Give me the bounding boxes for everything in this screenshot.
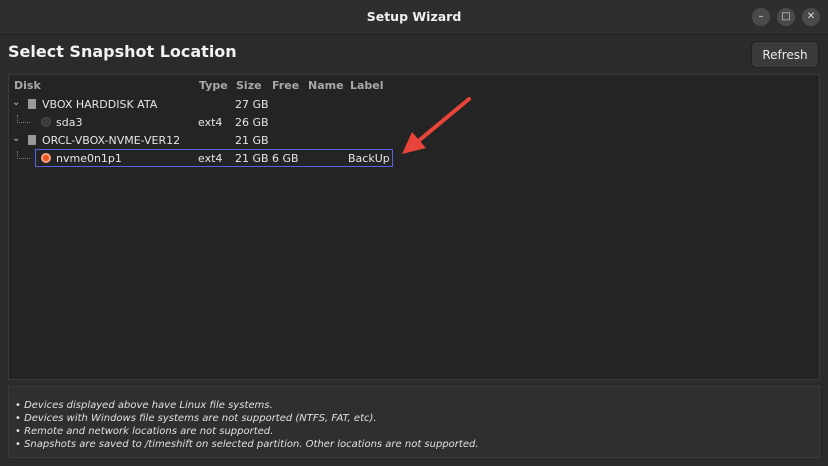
tree-connector xyxy=(17,151,30,159)
column-header-free[interactable]: Free xyxy=(272,79,299,92)
chevron-down-icon[interactable]: ⌄ xyxy=(12,133,22,147)
disk-size: 21 GB xyxy=(235,134,269,147)
harddisk-icon xyxy=(28,99,36,109)
partition-type: ext4 xyxy=(198,116,223,129)
partition-device: sda3 xyxy=(56,116,83,129)
disk-name: ORCL-VBOX-NVME-VER12 xyxy=(42,134,181,147)
window-title: Setup Wizard xyxy=(366,9,462,24)
chevron-down-icon[interactable]: ⌄ xyxy=(12,97,22,111)
page-title: Select Snapshot Location xyxy=(8,42,237,61)
disk-name: VBOX HARDDISK ATA xyxy=(42,98,158,111)
harddisk-icon xyxy=(28,135,36,145)
tree-connector xyxy=(17,115,30,123)
annotation-arrow-icon xyxy=(402,97,471,154)
maximize-icon[interactable]: □ xyxy=(777,8,795,26)
column-header-label[interactable]: Label xyxy=(350,79,384,92)
minimize-icon[interactable]: – xyxy=(752,8,770,26)
window-titlebar: Setup Wizard – □ ✕ xyxy=(0,0,828,35)
refresh-button[interactable]: Refresh xyxy=(751,41,819,68)
column-header-type[interactable]: Type xyxy=(199,79,228,92)
note-line: • Devices displayed above have Linux fil… xyxy=(15,400,273,411)
note-line: • Snapshots are saved to /timeshift on s… xyxy=(15,439,479,450)
note-line: • Remote and network locations are not s… xyxy=(15,426,274,437)
note-line: • Devices with Windows file systems are … xyxy=(15,413,377,424)
selection-highlight xyxy=(35,149,393,167)
close-icon[interactable]: ✕ xyxy=(802,8,820,26)
partition-size: 26 GB xyxy=(235,116,269,129)
radio-icon[interactable] xyxy=(41,117,51,127)
arrow-shaft xyxy=(414,97,471,145)
disk-size: 27 GB xyxy=(235,98,269,111)
column-header-size[interactable]: Size xyxy=(236,79,262,92)
column-header-disk[interactable]: Disk xyxy=(14,79,41,92)
column-header-name[interactable]: Name xyxy=(308,79,344,92)
info-notes: • Devices displayed above have Linux fil… xyxy=(8,386,820,458)
